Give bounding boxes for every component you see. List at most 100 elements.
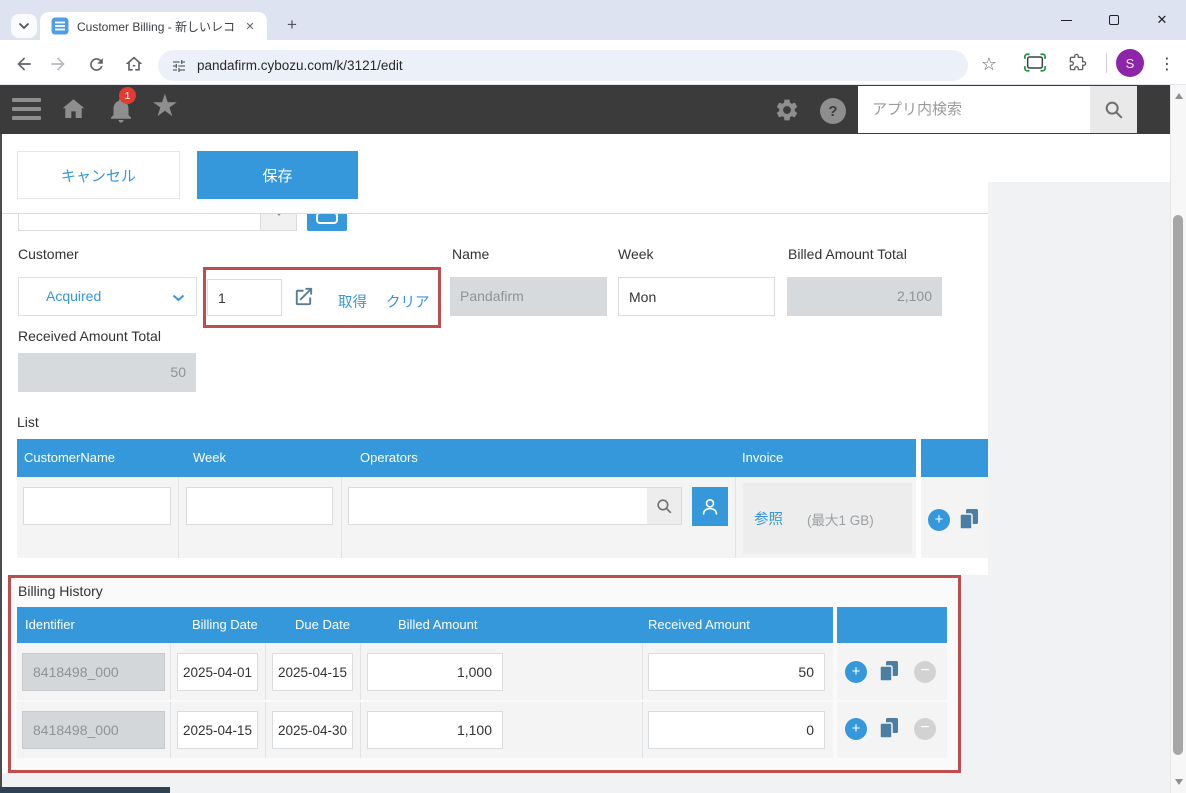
app-search-button[interactable] — [1090, 86, 1137, 133]
operators-search-button[interactable] — [647, 487, 682, 525]
home-icon — [59, 95, 88, 124]
search-icon — [1103, 99, 1125, 121]
billing-date-input[interactable] — [177, 653, 258, 691]
operators-picker-button[interactable] — [692, 487, 728, 526]
customer-lookup-input[interactable] — [207, 279, 282, 316]
billed-amount-input[interactable] — [367, 711, 503, 749]
window-close-button[interactable]: ✕ — [1138, 0, 1186, 40]
billing-date-input[interactable] — [177, 711, 258, 749]
profile-avatar[interactable]: S — [1116, 49, 1144, 77]
customer-select-value: Acquired — [46, 278, 101, 315]
reload-button[interactable] — [82, 50, 110, 78]
due-date-input[interactable] — [272, 653, 353, 691]
forward-button[interactable] — [44, 50, 72, 78]
new-tab-button[interactable]: + — [281, 14, 303, 36]
tab-search-button[interactable] — [11, 14, 37, 38]
capture-icon — [1024, 53, 1046, 72]
browser-menu-button[interactable]: ⋮ — [1156, 50, 1178, 80]
lookup-clear-link[interactable]: クリア — [386, 291, 430, 312]
notification-badge: 1 — [119, 87, 136, 104]
list-operators-input[interactable] — [348, 487, 648, 525]
billing-duplicate-row-button[interactable] — [879, 717, 899, 744]
home-icon — [124, 54, 144, 74]
received-total-value: 50 — [18, 353, 196, 392]
billing-history-label: Billing History — [18, 583, 103, 599]
billing-remove-row-button[interactable]: − — [914, 661, 936, 683]
portal-home-button[interactable] — [59, 95, 88, 129]
billed-total-label: Billed Amount Total — [788, 246, 907, 262]
scrollbar-thumb[interactable] — [1173, 215, 1183, 755]
billing-duplicate-row-button[interactable] — [879, 660, 899, 687]
list-col-customername: CustomerName — [24, 439, 115, 477]
invoice-size-limit: (最大1 GB) — [807, 509, 874, 529]
list-col-operators: Operators — [360, 439, 418, 477]
toolbar-divider — [1106, 53, 1107, 73]
billing-table-header-actions — [837, 607, 947, 643]
week-field-label: Week — [618, 246, 654, 262]
background-window-edge — [0, 134, 2, 793]
billing-col-billed-amount: Billed Amount — [398, 606, 478, 643]
billed-amount-input[interactable] — [367, 653, 503, 691]
favorites-button[interactable]: ★ — [151, 90, 179, 122]
invoice-browse-link[interactable]: 参照 — [754, 508, 783, 529]
home-button[interactable] — [120, 50, 148, 78]
extensions-button[interactable] — [1068, 53, 1087, 77]
billing-identifier-value: 8418498_000 — [22, 653, 165, 691]
scrollbar-up-arrow[interactable] — [1175, 93, 1183, 99]
received-total-label: Received Amount Total — [18, 328, 161, 344]
window-maximize-button[interactable] — [1090, 0, 1138, 40]
bookmark-star-icon[interactable]: ☆ — [974, 50, 1004, 80]
cell-divider — [735, 477, 736, 558]
name-field-label: Name — [452, 246, 489, 262]
copy-icon — [959, 508, 979, 530]
list-add-row-button[interactable]: + — [928, 509, 950, 531]
customer-field-label: Customer — [18, 246, 79, 262]
billing-add-row-button[interactable]: + — [845, 718, 867, 740]
list-table-label: List — [17, 414, 39, 430]
received-amount-input[interactable] — [648, 653, 825, 691]
hamburger-menu-button[interactable] — [12, 98, 41, 125]
app-favicon-icon — [51, 17, 69, 35]
person-icon — [699, 496, 721, 518]
back-arrow-icon — [14, 54, 34, 74]
cell-divider — [341, 477, 342, 558]
list-week-input[interactable] — [186, 487, 333, 525]
forward-arrow-icon — [48, 54, 68, 74]
browser-tab-active[interactable]: Customer Billing - 新しいレコード ✕ — [40, 12, 267, 40]
open-record-link[interactable] — [292, 285, 315, 313]
cell-divider — [178, 477, 179, 558]
cancel-button[interactable]: キャンセル — [17, 151, 180, 199]
due-date-input[interactable] — [272, 711, 353, 749]
lookup-get-link[interactable]: 取得 — [338, 291, 367, 312]
settings-button[interactable] — [774, 97, 800, 128]
puzzle-icon — [1068, 53, 1087, 72]
maximize-icon — [1109, 15, 1119, 25]
screenshot-capture-button[interactable] — [1024, 53, 1046, 77]
window-minimize-button[interactable] — [1042, 0, 1090, 40]
billing-identifier-value: 8418498_000 — [22, 711, 165, 749]
save-bar-right — [988, 134, 1170, 182]
save-button[interactable]: 保存 — [197, 151, 358, 199]
copy-icon — [879, 717, 899, 739]
url-bar[interactable]: pandafirm.cybozu.com/k/3121/edit — [158, 50, 968, 81]
chevron-down-icon — [172, 294, 185, 302]
help-button[interactable]: ? — [820, 98, 846, 124]
billing-col-received-amount: Received Amount — [648, 606, 750, 643]
tab-close-button[interactable]: ✕ — [242, 20, 258, 33]
billing-remove-row-button[interactable]: − — [914, 718, 936, 740]
app-search-input[interactable] — [858, 86, 1090, 133]
scrollbar-down-arrow[interactable] — [1175, 779, 1183, 785]
received-amount-input[interactable] — [648, 711, 825, 749]
screen: Customer Billing - 新しいレコード ✕ + ✕ pandafi… — [0, 0, 1186, 793]
list-customername-input[interactable] — [23, 487, 171, 525]
week-field-input[interactable] — [618, 277, 775, 316]
search-icon — [655, 497, 674, 516]
minimize-icon — [1061, 20, 1072, 21]
back-button[interactable] — [10, 50, 38, 78]
invoice-upload-zone[interactable]: 参照 (最大1 GB) — [743, 483, 912, 554]
customer-select[interactable]: Acquired — [18, 277, 197, 316]
list-duplicate-row-button[interactable] — [959, 508, 979, 535]
external-link-icon — [292, 285, 315, 308]
billing-add-row-button[interactable]: + — [845, 661, 867, 683]
billing-col-due-date: Due Date — [295, 606, 350, 643]
